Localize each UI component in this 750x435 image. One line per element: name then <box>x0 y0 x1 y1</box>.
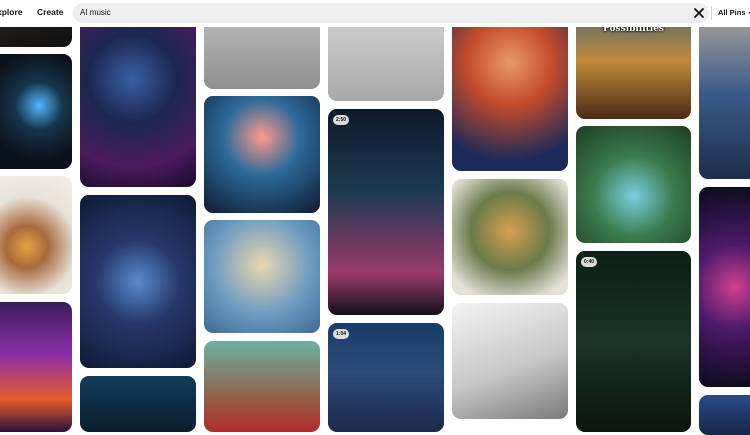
pin-card[interactable] <box>80 195 196 368</box>
top-bar: xplore Create AI music All Pins <box>0 0 750 27</box>
pin-card[interactable]: 2:50 <box>328 109 444 315</box>
pin-card[interactable] <box>699 187 750 387</box>
pin-card[interactable] <box>204 341 320 432</box>
pin-card[interactable] <box>80 376 196 432</box>
pin-card[interactable] <box>452 303 568 419</box>
video-duration-badge: 1:04 <box>333 329 350 339</box>
filter-dropdown[interactable]: All Pins <box>718 8 750 17</box>
video-duration-badge: 2:50 <box>333 115 350 125</box>
pin-card[interactable] <box>0 54 72 169</box>
nav-create[interactable]: Create <box>37 7 63 17</box>
nav-explore[interactable]: xplore <box>0 7 23 17</box>
pin-card[interactable]: 1:04 <box>328 323 444 432</box>
pin-card[interactable] <box>699 395 750 435</box>
video-duration-badge: 0:40 <box>581 257 598 267</box>
pin-card[interactable] <box>0 176 72 294</box>
search-bar[interactable]: AI music <box>73 3 709 23</box>
pin-card[interactable] <box>204 220 320 333</box>
pin-card[interactable] <box>204 96 320 213</box>
pin-card[interactable] <box>576 126 691 243</box>
pin-card[interactable] <box>80 0 196 187</box>
pin-card[interactable]: 0:40 <box>576 251 691 432</box>
divider <box>711 6 712 20</box>
close-icon[interactable] <box>692 6 706 20</box>
pin-card[interactable] <box>0 302 72 432</box>
pin-card[interactable] <box>452 179 568 295</box>
filter-label: All Pins <box>718 8 746 17</box>
search-input[interactable]: AI music <box>80 8 111 17</box>
